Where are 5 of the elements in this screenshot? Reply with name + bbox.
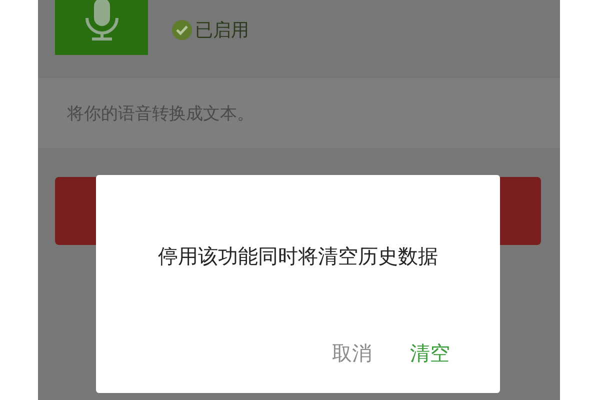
- status-label: 已启用: [195, 19, 249, 42]
- clear-button[interactable]: 清空: [404, 336, 456, 371]
- cancel-button[interactable]: 取消: [326, 336, 378, 371]
- microphone-app-icon: [55, 0, 148, 55]
- dialog-message: 停用该功能同时将清空历史数据: [157, 243, 439, 270]
